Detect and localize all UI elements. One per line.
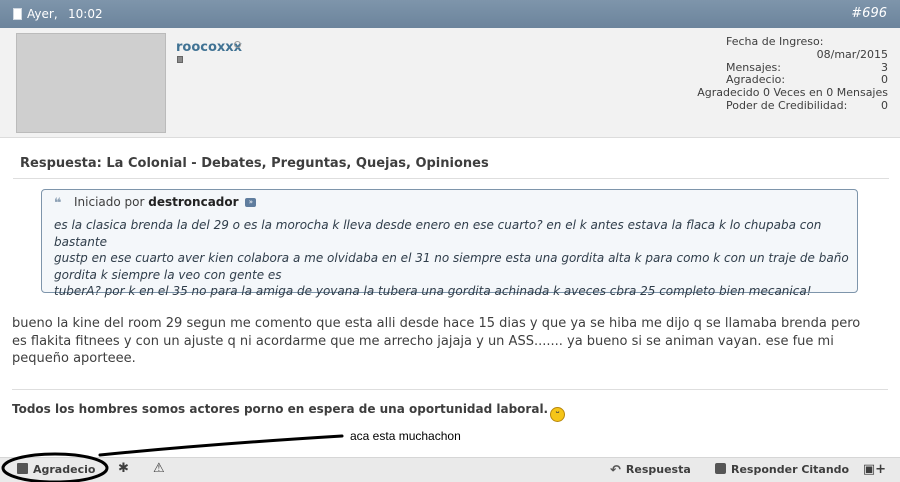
signature-text: Todos los hombres somos actores porno en… [12,402,549,416]
thanks-button-label: Agradecio [33,463,96,476]
quote-line: es la clasica brenda la del 29 o es la m… [54,218,822,249]
multi-quote-icon[interactable]: ▣+ [863,462,886,477]
rank-icon [177,56,183,63]
quote-line: tuberA? por k en el 35 no para la amiga … [54,284,812,298]
post-header: Ayer, 10:02 #696 [0,0,900,28]
quote-reply-button-label: Responder Citando [731,463,850,476]
reply-button-label: Respuesta [625,463,691,476]
quote-started-by: Iniciado por destroncador » [74,195,257,209]
body-line: es flakita fitnees y con un ajuste q ni … [12,333,834,349]
thumbs-up-icon [17,463,28,474]
post-title: Respuesta: La Colonial - Debates, Pregun… [20,156,489,171]
thanked-line: Agradecido 0 Veces en 0 Mensajes [697,86,888,100]
post-body: bueno la kine del room 29 segun me comen… [12,315,892,368]
posts-value: 3 [881,60,888,74]
signature-divider [12,389,888,390]
quote-reply-button[interactable]: Responder Citando [715,463,849,476]
quote-marks-icon: ❝ [54,196,62,211]
report-star-icon[interactable]: ✱ [118,461,129,476]
post-footer: Agradecio ✱ ⚠ ↶ Respuesta Responder Citan… [0,457,900,482]
quote-block: ❝ Iniciado por destroncador » es la clas… [41,189,858,298]
thanks-value: 0 [881,73,888,87]
title-divider [13,178,889,179]
join-date-label: Fecha de Ingreso: [726,35,824,48]
body-line: bueno la kine del room 29 segun me comen… [12,316,861,331]
speech-bubble-icon [715,463,726,474]
credibility-value: 0 [881,98,888,112]
thanks-button[interactable]: Agradecio [17,463,95,476]
join-date-value: 08/mar/2015 [816,47,888,61]
posts-label: Mensajes: [726,60,781,74]
offline-status-icon [234,41,241,48]
reply-arrow-icon: ↶ [610,463,621,478]
user-info-panel: roocoxxx Fecha de Ingreso: 08/mar/2015 M… [0,28,900,138]
post-date: Ayer, [27,7,58,21]
signature: Todos los hombres somos actores porno en… [12,402,566,422]
quote-line: gordita k siempre la veo con gente es [54,267,282,282]
avatar[interactable] [16,33,166,133]
post-number-link[interactable]: #696 [851,6,887,21]
annotation-line [98,434,344,457]
quote-started-prefix: Iniciado por [74,195,145,209]
credibility-label: Poder de Credibilidad: [726,98,848,112]
view-post-icon[interactable]: » [245,198,257,207]
annotation-text: aca esta muchachon [350,429,461,443]
username-link[interactable]: roocoxxx [176,40,242,55]
document-icon [13,8,22,20]
devil-smiley-icon: ᵕ [550,407,566,422]
post-time: 10:02 [68,7,103,21]
quote-author: destroncador [148,195,239,209]
reply-button[interactable]: ↶ Respuesta [610,463,691,478]
warning-icon[interactable]: ⚠ [153,461,165,476]
user-stats: Fecha de Ingreso: 08/mar/2015 Mensajes: 3… [697,35,888,112]
body-line: pequeño aporteee. [12,351,136,366]
quote-text: es la clasica brenda la del 29 o es la m… [54,217,849,300]
thanks-label: Agradecio: [726,73,786,87]
quote-line: gustp en ese cuarto aver kien colabora a… [54,251,849,265]
